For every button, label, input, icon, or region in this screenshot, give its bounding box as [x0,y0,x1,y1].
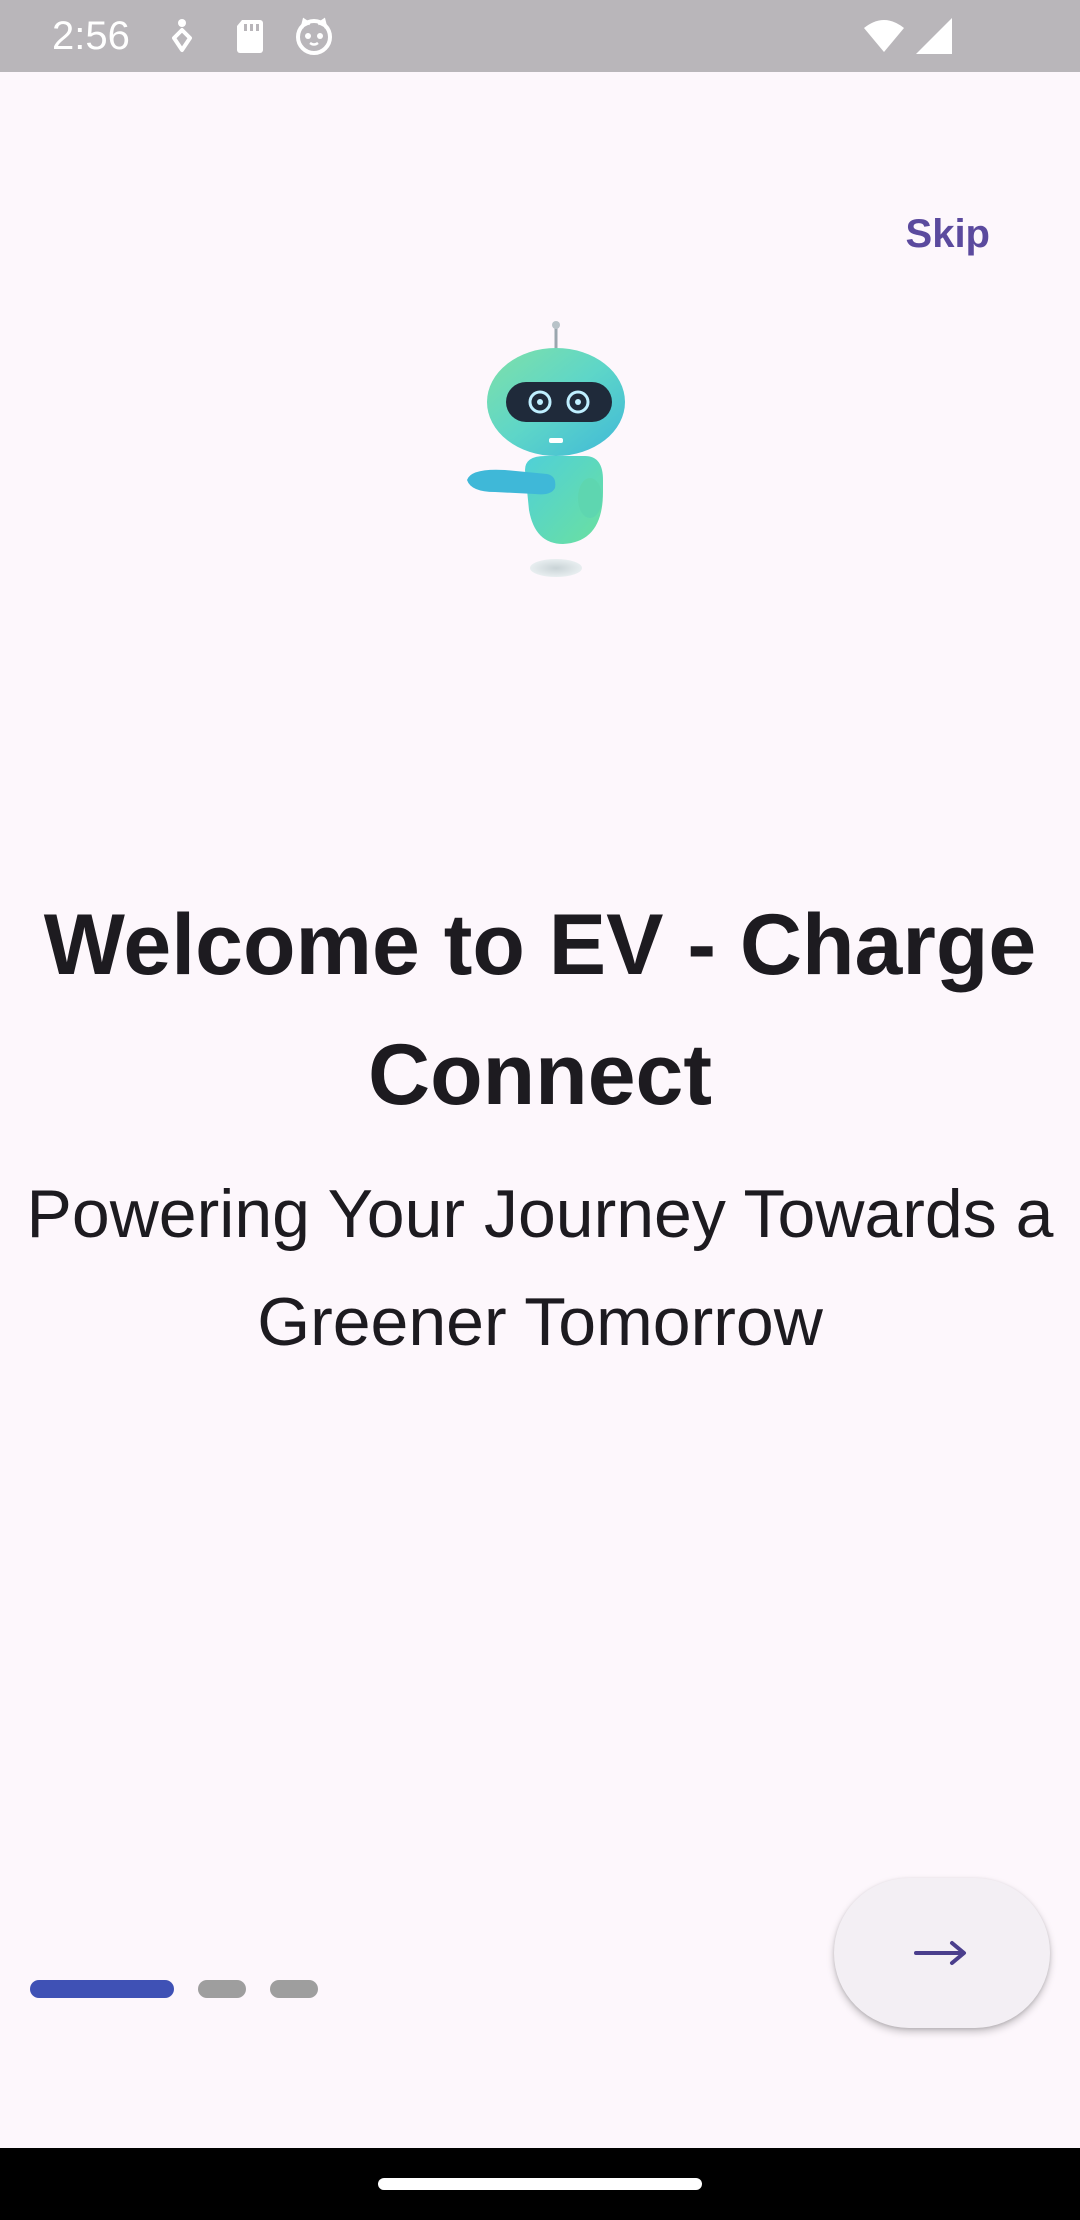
cat-face-icon [292,14,336,58]
signal-icon [912,14,956,58]
sd-card-icon [228,14,272,58]
wifi-icon [862,14,906,58]
arrow-right-icon [914,1941,966,1965]
status-time: 2:56 [52,14,130,58]
home-gesture-handle[interactable] [378,2178,702,2190]
welcome-title: Welcome to EV - Charge Connect [43,897,1037,1123]
welcome-subtitle: Powering Your Journey Towards a Greener … [26,1176,1054,1360]
page-indicator-dot-active [30,1980,174,1998]
accessibility-icon [160,14,204,58]
system-navigation-bar [0,2148,1080,2220]
onboarding-screen: 2:56 Skip Welcome to EV - Charge Connect… [0,0,1080,2220]
page-indicator-dot [198,1980,246,1998]
next-button[interactable] [834,1878,1050,2028]
status-bar: 2:56 [0,0,1080,72]
page-indicator-dot [270,1980,318,1998]
skip-button[interactable]: Skip [906,212,990,257]
robot-mascot-image [465,320,630,580]
